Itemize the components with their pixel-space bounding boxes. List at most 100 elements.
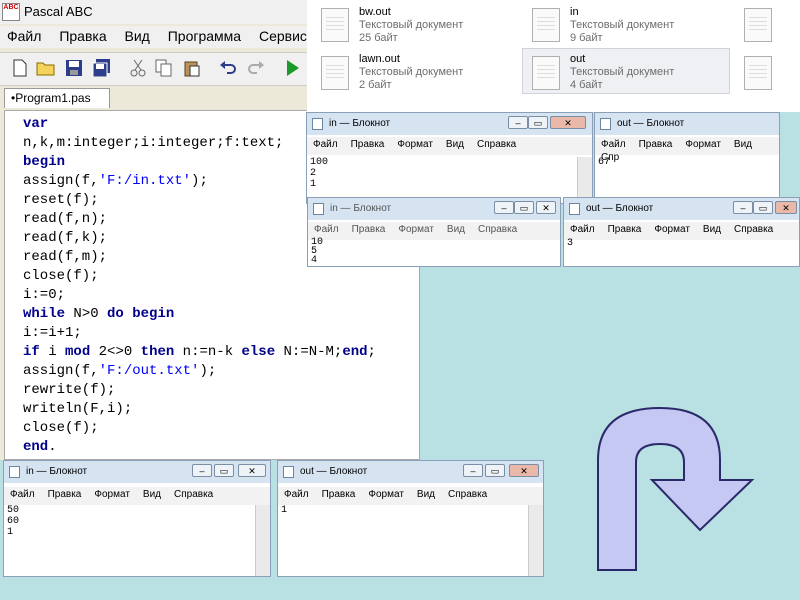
- menu-file[interactable]: Файл: [308, 222, 346, 235]
- menu-edit[interactable]: Правка: [52, 26, 113, 44]
- file-name[interactable]: bw.out: [359, 6, 391, 18]
- notepad-text-area[interactable]: 50 60 1: [7, 505, 254, 576]
- menu-file[interactable]: Файл: [278, 487, 316, 500]
- minimize-button[interactable]: –: [508, 116, 528, 129]
- code-line: writeln(F,i);: [23, 400, 132, 419]
- maximize-button[interactable]: ▭: [514, 201, 534, 214]
- notepad-out-window-1: out — Блокнот Файл Правка Формат ВидСпр 67: [594, 112, 780, 204]
- menu-view[interactable]: Вид: [137, 487, 168, 500]
- maximize-button[interactable]: ▭: [485, 464, 505, 477]
- window-title: Pascal ABC: [24, 4, 93, 19]
- file-name[interactable]: lawn.out: [359, 53, 400, 65]
- code-text: reset(f);: [23, 192, 99, 208]
- file-name[interactable]: out: [570, 53, 585, 65]
- file-name[interactable]: in: [570, 6, 579, 18]
- vertical-scrollbar[interactable]: [528, 505, 543, 576]
- menu-format[interactable]: Формат: [391, 137, 440, 150]
- menu-view[interactable]: Вид: [440, 137, 471, 150]
- notepad-title: out — Блокнот: [300, 466, 368, 477]
- menu-view[interactable]: Вид: [728, 137, 759, 150]
- close-button[interactable]: ✕: [238, 464, 266, 477]
- menu-help[interactable]: Справка: [442, 487, 494, 500]
- menu-help[interactable]: Справка: [168, 487, 220, 500]
- notepad-menu: Файл Правка Формат Вид Справка: [278, 487, 543, 505]
- menu-edit[interactable]: Правка: [633, 137, 680, 150]
- menu-format[interactable]: Формат: [679, 137, 728, 150]
- run-icon[interactable]: [282, 59, 302, 79]
- menu-file[interactable]: Файл: [307, 137, 345, 150]
- notepad-text-area[interactable]: 1: [281, 505, 527, 576]
- code-text: read(f,k);: [23, 230, 108, 246]
- undo-icon[interactable]: [218, 59, 238, 79]
- new-file-icon[interactable]: [10, 59, 30, 79]
- menu-file[interactable]: Файл: [595, 137, 633, 150]
- close-button[interactable]: ✕: [550, 116, 586, 129]
- code-line: i:=i+1;: [23, 324, 82, 343]
- maximize-button[interactable]: ▭: [753, 201, 773, 214]
- text-document-icon: [321, 56, 349, 90]
- menu-service[interactable]: Сервис: [252, 26, 314, 44]
- notepad-out-window-3: out — Блокнот – ▭ ✕ Файл Правка Формат Вид С…: [277, 460, 544, 577]
- save-icon[interactable]: [64, 59, 84, 79]
- code-text: n,k,m:integer;i:integer;f:text;: [23, 135, 284, 151]
- notepad-text-area[interactable]: 3: [567, 238, 783, 266]
- menu-format[interactable]: Формат: [648, 222, 697, 235]
- code-keyword: mod: [65, 344, 91, 360]
- menu-file[interactable]: Файл: [0, 26, 48, 44]
- code-text: writeln(F,i);: [23, 401, 133, 417]
- menu-file[interactable]: Файл: [564, 222, 602, 235]
- paste-icon[interactable]: [182, 59, 202, 79]
- explorer-file-list: bw.out Текстовый документ 25 байт in Тек…: [307, 0, 800, 112]
- minimize-button[interactable]: –: [494, 201, 514, 214]
- code-keyword: end: [23, 439, 49, 455]
- menu-view[interactable]: Вид: [441, 222, 472, 235]
- menu-file[interactable]: Файл: [4, 487, 42, 500]
- code-text: N>0: [65, 306, 108, 322]
- open-folder-icon[interactable]: [36, 59, 56, 79]
- code-line: assign(f,'F:/out.txt');: [23, 362, 216, 381]
- menu-edit[interactable]: Правка: [345, 137, 392, 150]
- menu-view[interactable]: Вид: [697, 222, 728, 235]
- maximize-button[interactable]: ▭: [214, 464, 234, 477]
- save-all-icon[interactable]: [92, 59, 112, 79]
- menu-edit[interactable]: Правка: [42, 487, 89, 500]
- menu-format[interactable]: Формат: [392, 222, 441, 235]
- vertical-scrollbar[interactable]: [255, 505, 270, 576]
- menu-help[interactable]: Справка: [472, 222, 524, 235]
- text-document-icon: [532, 8, 560, 42]
- minimize-button[interactable]: –: [192, 464, 212, 477]
- tab-program1[interactable]: •Program1.pas: [4, 88, 110, 108]
- cut-icon[interactable]: [128, 59, 148, 79]
- code-string: 'F:/out.txt': [98, 363, 200, 379]
- menu-format[interactable]: Формат: [88, 487, 137, 500]
- menu-format[interactable]: Формат: [362, 487, 411, 500]
- code-text: read(f,n);: [23, 211, 108, 227]
- menu-edit[interactable]: Правка: [316, 487, 363, 500]
- code-text: n:=n-k: [174, 344, 242, 360]
- code-line: read(f,m);: [23, 248, 107, 267]
- redo-icon[interactable]: [246, 59, 266, 79]
- maximize-button[interactable]: ▭: [528, 116, 548, 129]
- menu-help[interactable]: Справка: [728, 222, 780, 235]
- minimize-button[interactable]: –: [463, 464, 483, 477]
- close-button[interactable]: ✕: [536, 201, 556, 214]
- minimize-button[interactable]: –: [733, 201, 753, 214]
- close-button[interactable]: ✕: [775, 201, 797, 214]
- menu-help[interactable]: Справка: [471, 137, 523, 150]
- menu-edit[interactable]: Правка: [602, 222, 649, 235]
- close-button[interactable]: ✕: [509, 464, 539, 477]
- copy-icon[interactable]: [154, 59, 174, 79]
- notepad-icon: [9, 466, 20, 478]
- notepad-out-window-2: out — Блокнот – ▭ ✕ Файл Правка Формат Вид С…: [563, 197, 800, 267]
- file-type: Текстовый документ: [570, 66, 675, 78]
- text-document-icon: [744, 56, 772, 90]
- notepad-text-area[interactable]: 10 5 4: [311, 238, 544, 266]
- menu-edit[interactable]: Правка: [346, 222, 393, 235]
- code-line: begin: [23, 153, 65, 172]
- code-line: read(f,n);: [23, 210, 107, 229]
- menu-program[interactable]: Программа: [161, 26, 248, 44]
- code-keyword: while: [23, 306, 66, 322]
- menu-view[interactable]: Вид: [118, 26, 157, 44]
- menu-view[interactable]: Вид: [411, 487, 442, 500]
- notepad-title: in — Блокнот: [329, 118, 391, 129]
